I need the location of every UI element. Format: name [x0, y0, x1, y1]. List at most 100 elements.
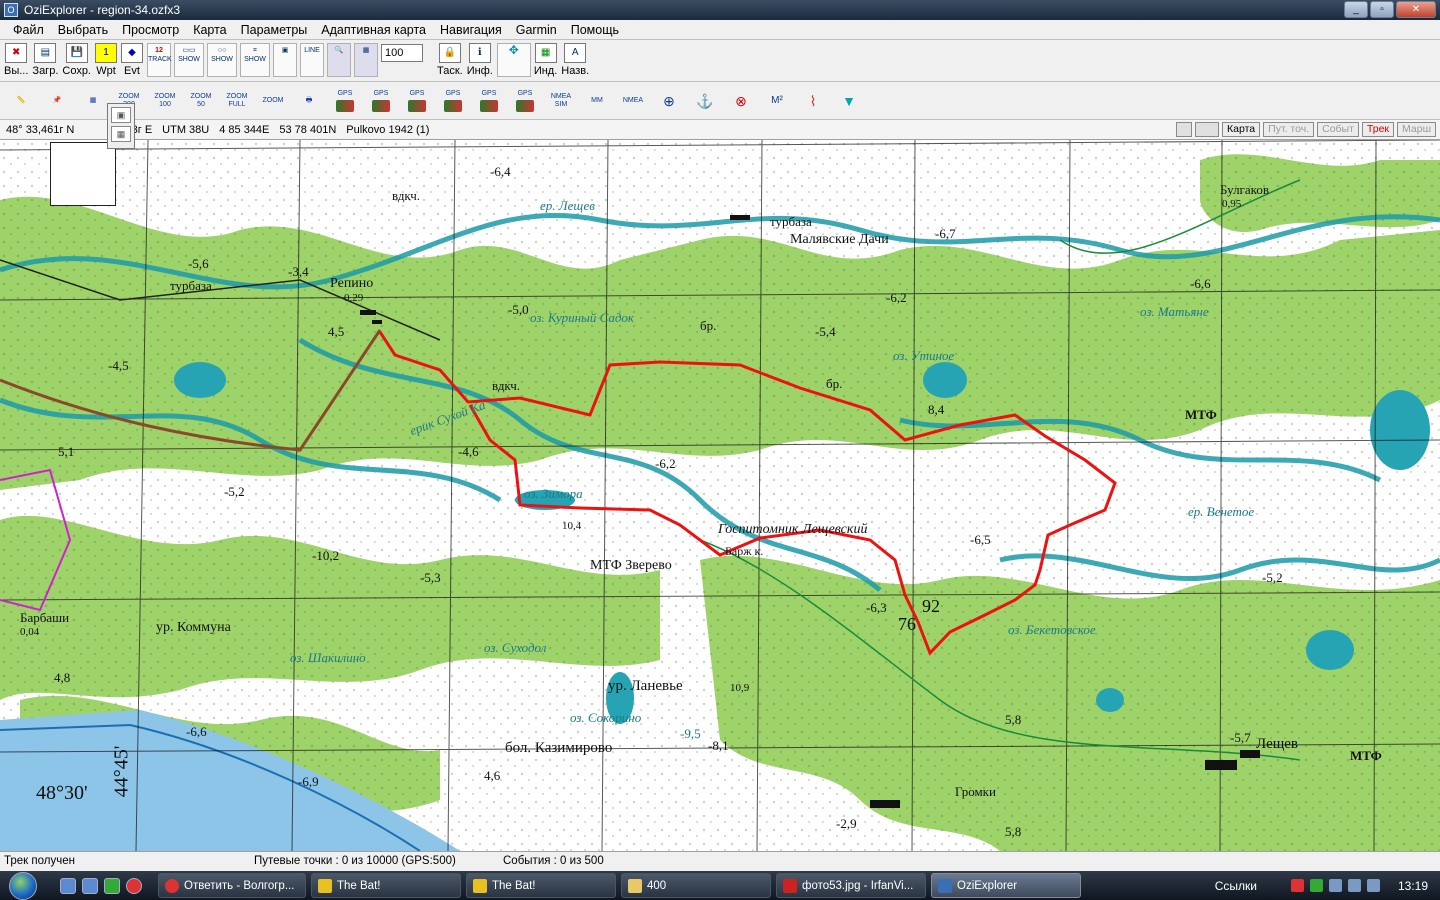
- move-arrows-button[interactable]: ✥: [496, 43, 531, 77]
- gps-upload-track-button[interactable]: GPS: [474, 86, 504, 116]
- menu-select[interactable]: Выбрать: [51, 23, 115, 37]
- task-thebat-1[interactable]: The Bat!: [311, 873, 461, 898]
- route-layer-button[interactable]: Марш: [1397, 122, 1436, 137]
- chrome-task-icon: [165, 878, 179, 893]
- track-tool-button[interactable]: 12 TRACK: [147, 43, 172, 77]
- oziexplorer-task-icon: [938, 878, 952, 893]
- lifebuoy-icon[interactable]: ⊗: [726, 86, 756, 116]
- panel-close-icon[interactable]: ▣: [111, 107, 131, 123]
- floating-tool-panel: ▣ ▦: [107, 103, 135, 149]
- event-icon: ◆: [121, 43, 143, 63]
- name-button[interactable]: A Назв.: [561, 40, 589, 80]
- moving-map-button[interactable]: MM: [582, 86, 612, 116]
- task-folder[interactable]: 400: [621, 873, 771, 898]
- menu-settings[interactable]: Параметры: [234, 23, 315, 37]
- show-track-button[interactable]: ▭▭ SHOW: [174, 43, 204, 77]
- load-icon: ▤: [34, 43, 57, 63]
- explorer-icon[interactable]: [82, 877, 98, 894]
- zoom-box-button[interactable]: ZOOM: [258, 86, 288, 116]
- app-icon[interactable]: [104, 877, 120, 894]
- gps-download-routes-button[interactable]: GPS: [438, 86, 468, 116]
- info-button[interactable]: ℹ Инф.: [467, 40, 493, 80]
- zoom-level-select[interactable]: 100: [381, 44, 423, 62]
- event-button[interactable]: ◆ Evt: [121, 40, 143, 80]
- map-overview-icon[interactable]: ▦: [78, 86, 108, 116]
- index-icon: ▦: [534, 43, 557, 63]
- menu-bar: Файл Выбрать Просмотр Карта Параметры Ад…: [0, 20, 1440, 40]
- datum-readout: Pulkovo 1942 (1): [346, 123, 430, 136]
- save-dropdown-icon[interactable]: [1195, 122, 1220, 137]
- show-points-button[interactable]: ○○ SHOW: [207, 43, 237, 77]
- menu-file[interactable]: Файл: [6, 23, 51, 37]
- filter-icon[interactable]: ▼: [834, 86, 864, 116]
- map-window-button[interactable]: ▦: [354, 43, 378, 77]
- maximize-button[interactable]: ▫: [1370, 1, 1394, 18]
- menu-navigation[interactable]: Навигация: [433, 23, 509, 37]
- zoom-100-button[interactable]: ZOOM 100: [150, 86, 180, 116]
- gps-download-waypoints-button[interactable]: GPS: [366, 86, 396, 116]
- track-layer-button[interactable]: Трек: [1361, 122, 1395, 137]
- index-button[interactable]: ▦ Инд.: [534, 40, 557, 80]
- load-button[interactable]: ▤ Загр.: [32, 40, 58, 80]
- windows-orb-icon: [9, 871, 37, 900]
- start-button[interactable]: [0, 871, 46, 900]
- tray-app-icon[interactable]: [1309, 879, 1323, 892]
- ruler-icon[interactable]: 📏: [6, 86, 36, 116]
- line-tool-button[interactable]: LINE: [300, 43, 324, 77]
- save-button[interactable]: 💾 Сохр.: [62, 40, 91, 80]
- map-layer-button[interactable]: Карта: [1222, 122, 1261, 137]
- tray-chrome-icon[interactable]: [1290, 879, 1304, 892]
- gps-download-track-button[interactable]: GPS: [510, 86, 540, 116]
- panel-chart-icon[interactable]: ▦: [111, 126, 131, 142]
- area-tool-button[interactable]: ▣: [273, 43, 297, 77]
- exit-icon: ✖: [5, 43, 28, 63]
- task-button[interactable]: 🔒 Таск.: [437, 40, 463, 80]
- task-oziexplorer[interactable]: OziExplorer: [931, 873, 1081, 898]
- info-icon: ℹ: [468, 43, 491, 63]
- menu-garmin[interactable]: Garmin: [509, 23, 564, 37]
- task-irfanview[interactable]: фото53.jpg - IrfanVi...: [776, 873, 926, 898]
- lock-icon: 🔒: [438, 43, 461, 63]
- task-chrome[interactable]: Ответить - Волгогр...: [158, 873, 306, 898]
- exit-button[interactable]: ✖ Вы...: [4, 40, 28, 80]
- magnifier-button[interactable]: 🔍: [327, 43, 351, 77]
- minimize-button[interactable]: _: [1344, 1, 1368, 18]
- waypoint-button[interactable]: 1 Wpt: [95, 40, 117, 80]
- area-calc-icon[interactable]: M²: [762, 86, 792, 116]
- links-toolbar[interactable]: Ссылки: [1215, 879, 1257, 893]
- menu-help[interactable]: Помощь: [564, 23, 626, 37]
- menu-view[interactable]: Просмотр: [115, 23, 186, 37]
- tray-power-icon[interactable]: [1366, 879, 1380, 892]
- pin-tool-icon[interactable]: 📌: [42, 86, 72, 116]
- gps-upload-waypoints-button[interactable]: GPS: [330, 86, 360, 116]
- map-overview-thumbnail[interactable]: [50, 142, 116, 206]
- show-desktop-icon[interactable]: [60, 877, 76, 894]
- chrome-icon[interactable]: [126, 877, 142, 894]
- anchor-icon[interactable]: ⚓: [690, 86, 720, 116]
- zoom-full-button[interactable]: ZOOM FULL: [222, 86, 252, 116]
- waypoints-layer-button[interactable]: Пут. точ.: [1263, 122, 1315, 137]
- crosshair-icon[interactable]: ⊕: [654, 86, 684, 116]
- task-thebat-2[interactable]: The Bat!: [466, 873, 616, 898]
- status-bar: Трек получен Путевые точки : 0 из 10000 …: [0, 851, 1440, 871]
- track-status: Трек получен: [4, 855, 75, 867]
- nmea-sim-button[interactable]: NMEA SIM: [546, 86, 576, 116]
- menu-map[interactable]: Карта: [186, 23, 233, 37]
- show-routes-button[interactable]: ⌗ SHOW: [240, 43, 270, 77]
- clock[interactable]: 13:19: [1398, 879, 1428, 893]
- map-image-icon[interactable]: [1176, 122, 1193, 137]
- nmea-button[interactable]: NMEA: [618, 86, 648, 116]
- close-button[interactable]: ✕: [1396, 1, 1436, 18]
- windows-taskbar: Ответить - Волгогр... The Bat! The Bat! …: [0, 871, 1440, 900]
- map-view[interactable]: -6,4 ер. Лещев вдкч. турбаза Малявские Д…: [0, 140, 1440, 851]
- zoom-50-button[interactable]: ZOOM 50: [186, 86, 216, 116]
- print-icon[interactable]: 🖶: [294, 86, 324, 116]
- events-layer-button[interactable]: Событ: [1317, 122, 1359, 137]
- menu-adaptive-map[interactable]: Адаптивная карта: [314, 23, 433, 37]
- irfanview-icon: [783, 878, 797, 893]
- events-status: События : 0 из 500: [503, 855, 604, 867]
- profile-chart-icon[interactable]: ⌇: [798, 86, 828, 116]
- tray-volume-icon[interactable]: [1347, 879, 1361, 892]
- tray-network-icon[interactable]: [1328, 879, 1342, 892]
- gps-upload-routes-button[interactable]: GPS: [402, 86, 432, 116]
